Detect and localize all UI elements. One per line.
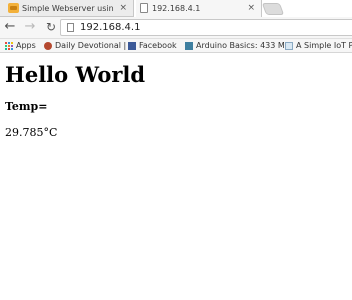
reload-icon[interactable]: ↻ xyxy=(44,20,58,34)
tab-strip: Simple Webserver using A × 192.168.4.1 × xyxy=(0,0,352,17)
temp-value: 29.785°C xyxy=(5,126,58,139)
new-tab-button[interactable] xyxy=(261,3,285,15)
tab-192-168-4-1[interactable]: 192.168.4.1 × xyxy=(136,0,262,17)
tab-close-icon[interactable]: × xyxy=(247,0,255,17)
browser-toolbar: ← → ↻ 192.168.4.1 xyxy=(0,17,352,39)
tab-title: Simple Webserver using A xyxy=(22,4,114,13)
tab-simple-webserver[interactable]: Simple Webserver using A × xyxy=(0,0,134,17)
bookmark-label: A Simple IoT Pr xyxy=(296,41,352,50)
bookmark-label: Facebook xyxy=(139,41,177,50)
page-info-icon[interactable] xyxy=(67,23,74,32)
page-content: Hello World Temp= 29.785°C xyxy=(0,54,352,300)
arduino-icon xyxy=(185,42,193,50)
iot-icon xyxy=(285,42,293,50)
bookmarks-bar: Apps Daily Devotional | Facebook Arduino… xyxy=(0,39,352,53)
bookmark-label: Daily Devotional | xyxy=(55,41,127,50)
tab-title: 192.168.4.1 xyxy=(152,4,201,13)
tab-close-icon[interactable]: × xyxy=(119,0,127,16)
back-icon[interactable]: ← xyxy=(3,20,17,34)
devotional-icon xyxy=(44,42,52,50)
apps-grid-icon xyxy=(5,42,13,50)
forward-icon[interactable]: → xyxy=(23,20,37,34)
bookmark-label: Arduino Basics: 433 M xyxy=(196,41,285,50)
arduino-favicon-icon xyxy=(8,3,19,13)
url-text[interactable]: 192.168.4.1 xyxy=(80,20,140,35)
facebook-icon xyxy=(128,42,136,50)
bookmark-label: Apps xyxy=(16,41,36,50)
temp-label: Temp= xyxy=(5,100,48,113)
page-favicon-icon xyxy=(140,3,148,13)
page-heading: Hello World xyxy=(5,62,146,87)
address-bar[interactable]: 192.168.4.1 xyxy=(60,19,352,36)
